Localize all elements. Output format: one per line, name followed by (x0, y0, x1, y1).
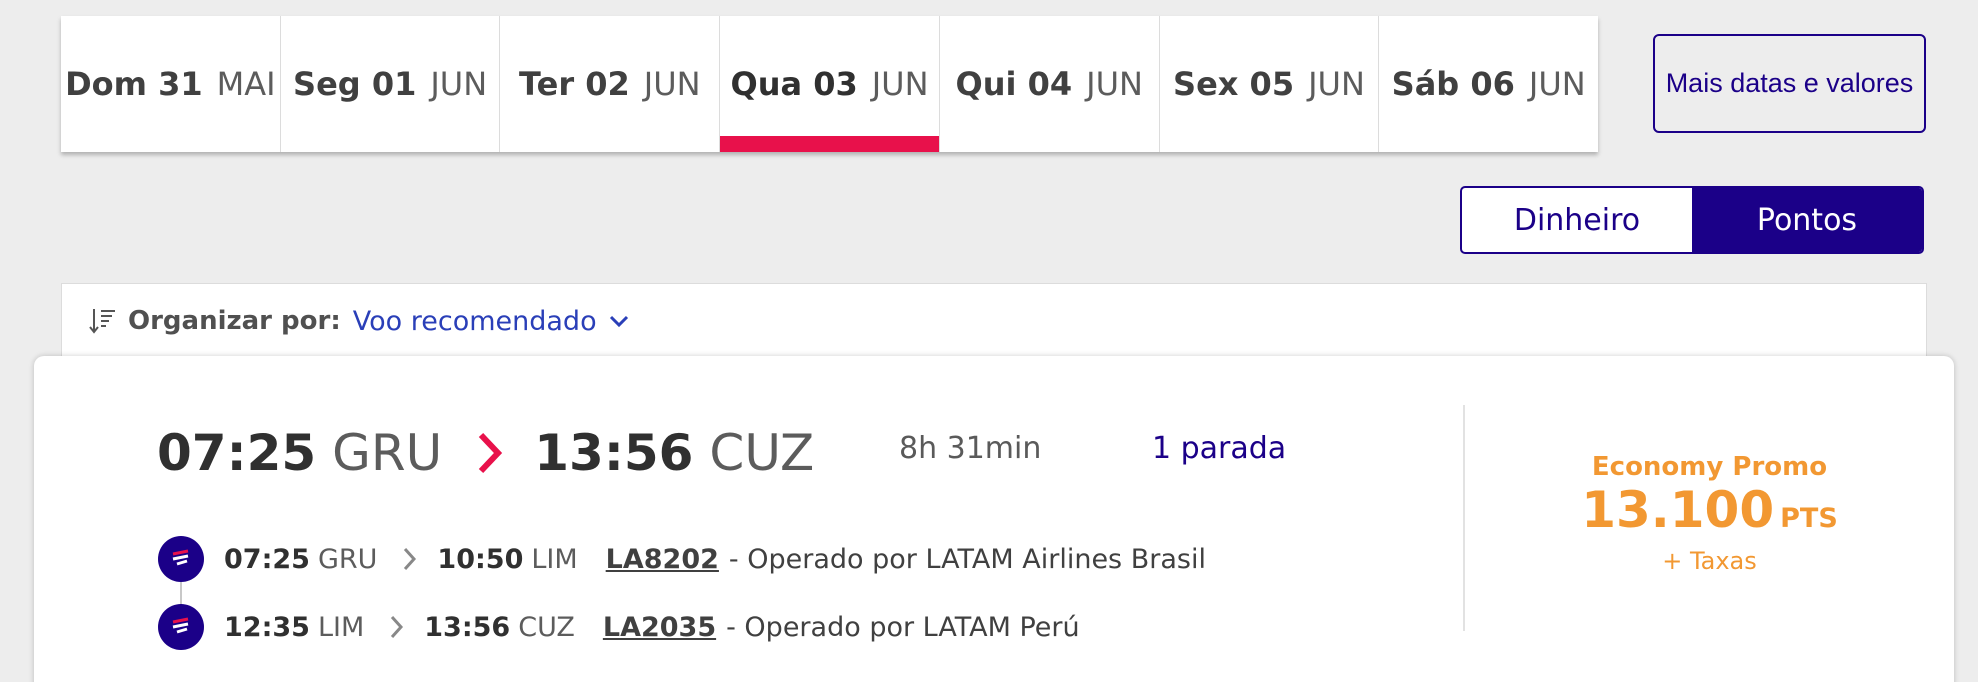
date-tab-day: Qua 03 (730, 65, 858, 103)
date-tab-ter-02[interactable]: Ter 02 JUN (500, 16, 721, 152)
fare-price: 13.100 PTS (1465, 482, 1954, 547)
segment-arrival-time: 10:50 (437, 543, 524, 575)
departure-airport: GRU (332, 424, 443, 482)
date-tab-qua-03[interactable]: Qua 03 JUN (720, 16, 940, 152)
date-tab-month: JUN (643, 65, 701, 103)
operator-text: - Operado por LATAM Airlines Brasil (728, 543, 1206, 575)
date-tab-month: JUN (1308, 65, 1365, 103)
date-tab-day: Sex 05 (1173, 65, 1295, 103)
chevron-right-icon (404, 547, 417, 571)
arrival-airport: CUZ (709, 424, 815, 482)
date-tab-month: MAI (216, 65, 276, 103)
flight-card[interactable]: 07:25 GRU 13:56 CUZ 8h 31min 1 parada 07… (34, 356, 1954, 682)
date-tab-month: JUN (430, 65, 488, 103)
latam-logo-icon (158, 604, 204, 650)
operator-text: - Operado por LATAM Perú (726, 611, 1080, 643)
sort-label: Organizar por: (128, 306, 341, 336)
date-tab-seg-01[interactable]: Seg 01 JUN (281, 16, 501, 152)
date-selector: Dom 31 MAI Seg 01 JUN Ter 02 JUN Qua 03 … (61, 16, 1598, 152)
date-tab-day: Seg 01 (293, 65, 417, 103)
money-option[interactable]: Dinheiro (1462, 188, 1692, 252)
date-tab-day: Dom 31 (65, 65, 203, 103)
segment-departure-time: 12:35 (224, 611, 310, 643)
latam-logo-icon (158, 536, 204, 582)
segment-departure-time: 07:25 (224, 543, 310, 575)
date-tab-sab-06[interactable]: Sáb 06 JUN (1379, 16, 1598, 152)
flight-number-link[interactable]: LA2035 (603, 612, 716, 643)
segment-arrival-time: 13:56 (424, 611, 511, 643)
more-dates-button[interactable]: Mais datas e valores (1653, 34, 1926, 133)
fare-price-unit: PTS (1780, 503, 1838, 534)
date-tab-sex-05[interactable]: Sex 05 JUN (1160, 16, 1380, 152)
chevron-right-icon (479, 432, 503, 474)
selected-date-indicator (720, 136, 939, 152)
points-option[interactable]: Pontos (1692, 188, 1922, 252)
flight-route: 07:25 GRU 13:56 CUZ (157, 418, 814, 488)
date-tab-day: Qui 04 (955, 65, 1073, 103)
sort-bar: Organizar por: Voo recomendado (61, 283, 1927, 359)
sort-icon (89, 309, 115, 334)
date-tab-qui-04[interactable]: Qui 04 JUN (940, 16, 1160, 152)
arrival-time: 13:56 (534, 424, 694, 482)
date-tab-month: JUN (871, 65, 929, 103)
flight-segment: 07:25 GRU 10:50 LIM LA8202 - Operado por… (158, 534, 1206, 584)
flight-segment: 12:35 LIM 13:56 CUZ LA2035 - Operado por… (158, 602, 1080, 652)
segment-arrival-airport: CUZ (518, 611, 575, 643)
fare-fees: + Taxas (1662, 547, 1757, 575)
date-tab-dom-31[interactable]: Dom 31 MAI (61, 16, 281, 152)
currency-toggle: Dinheiro Pontos (1460, 186, 1924, 254)
fare-price-value: 13.100 (1581, 481, 1775, 539)
flight-stops[interactable]: 1 parada (1152, 431, 1286, 466)
flight-duration: 8h 31min (899, 431, 1042, 466)
date-tab-day: Sáb 06 (1391, 65, 1515, 103)
segment-departure-airport: LIM (317, 611, 365, 643)
chevron-down-icon (609, 315, 628, 328)
segment-departure-airport: GRU (317, 543, 378, 575)
segment-arrival-airport: LIM (531, 543, 578, 575)
chevron-right-icon (391, 615, 404, 639)
flight-number-link[interactable]: LA8202 (606, 544, 719, 575)
sort-value: Voo recomendado (352, 305, 597, 337)
date-tab-day: Ter 02 (519, 65, 630, 103)
sort-dropdown[interactable]: Voo recomendado (353, 306, 629, 337)
departure-time: 07:25 (157, 424, 317, 482)
date-tab-month: JUN (1086, 65, 1143, 103)
fare-class: Economy Promo (1591, 452, 1828, 482)
fare-option[interactable]: Economy Promo 13.100 PTS + Taxas (1465, 452, 1954, 575)
date-tab-month: JUN (1528, 65, 1586, 103)
